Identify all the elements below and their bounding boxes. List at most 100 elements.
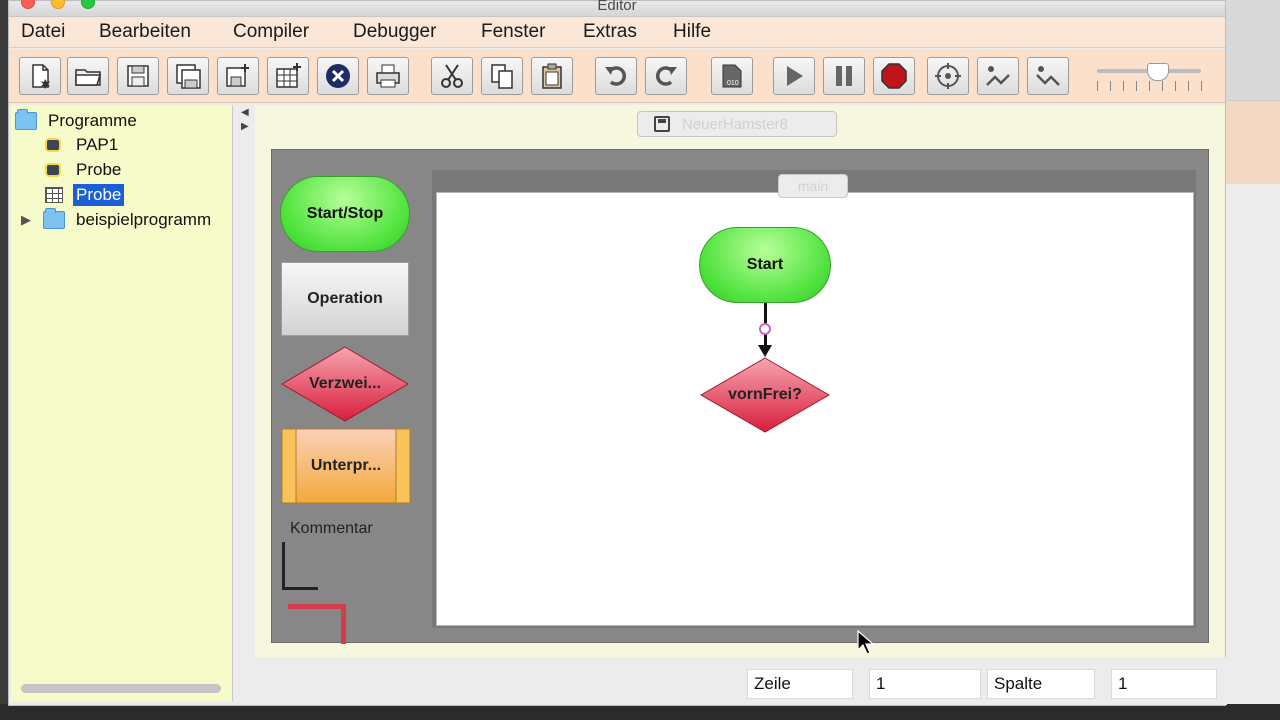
flowchart-frame: Start/Stop Operation Verzwei... Unterpr.… bbox=[271, 149, 1209, 644]
mouse-pointer-icon bbox=[857, 630, 875, 655]
new-file-icon bbox=[32, 64, 50, 89]
menu-bearbeiten[interactable]: Bearbeiten bbox=[99, 21, 191, 43]
tree-horizontal-scrollbar[interactable] bbox=[21, 684, 221, 693]
flow-start-node[interactable]: Start bbox=[699, 227, 831, 303]
step-button[interactable] bbox=[927, 57, 969, 95]
speed-slider-ticks bbox=[1097, 81, 1205, 91]
desktop-background bbox=[1226, 0, 1280, 720]
expand-right-icon[interactable]: ▶ bbox=[241, 121, 249, 132]
column-label: Spalte bbox=[987, 669, 1095, 699]
paste-button[interactable] bbox=[531, 57, 573, 95]
flowchart-canvas[interactable]: Start vornFrei? bbox=[436, 192, 1194, 626]
copy-icon bbox=[491, 64, 513, 89]
undo-icon bbox=[605, 66, 627, 86]
floppy-icon bbox=[654, 116, 670, 132]
title-bar: Editor bbox=[9, 0, 1225, 17]
palette-comment-shape[interactable] bbox=[282, 542, 318, 590]
cut-icon bbox=[441, 64, 463, 88]
editor-area: NeuerHamster8 Start/Stop Operation Verzw… bbox=[255, 105, 1225, 657]
tree-item-beispielprogramm[interactable]: ▶ beispielprogramm bbox=[21, 208, 214, 232]
tree-item-probe-table[interactable]: Probe bbox=[41, 183, 125, 207]
copy-button[interactable] bbox=[481, 57, 523, 95]
pap-icon bbox=[45, 163, 61, 177]
close-file-button[interactable] bbox=[317, 57, 359, 95]
file-tab[interactable]: NeuerHamster8 bbox=[637, 111, 837, 137]
open-button[interactable] bbox=[67, 57, 109, 95]
expand-arrow-icon[interactable]: ▶ bbox=[21, 212, 31, 228]
palette-branch-label: Verzwei... bbox=[308, 375, 382, 392]
split-pane-divider[interactable]: ◀ ▶ bbox=[235, 105, 251, 701]
flow-condition-label: vornFrei? bbox=[728, 386, 802, 403]
print-button[interactable] bbox=[367, 57, 409, 95]
arrowhead-icon bbox=[758, 345, 772, 357]
collapse-left-icon[interactable]: ◀ bbox=[241, 107, 249, 118]
paste-icon bbox=[542, 63, 562, 89]
step-back-icon bbox=[1036, 66, 1060, 86]
window-title: Editor bbox=[597, 0, 637, 14]
stop-button[interactable] bbox=[873, 57, 915, 95]
save-icon bbox=[127, 65, 149, 87]
save-as-icon bbox=[176, 64, 201, 89]
step-over-button[interactable] bbox=[977, 57, 1019, 95]
new-table-button[interactable] bbox=[267, 57, 309, 95]
flow-condition-node[interactable]: vornFrei? bbox=[699, 357, 831, 433]
palette-connector-shape[interactable] bbox=[288, 604, 346, 644]
step-back-button[interactable] bbox=[1027, 57, 1069, 95]
tree-item-probe[interactable]: Probe bbox=[41, 158, 124, 182]
row-label: Zeile bbox=[747, 669, 853, 699]
cut-button[interactable] bbox=[431, 57, 473, 95]
undo-button[interactable] bbox=[595, 57, 637, 95]
palette-operation[interactable]: Operation bbox=[281, 262, 409, 336]
save-all-icon bbox=[226, 64, 249, 87]
column-value: 1 bbox=[1111, 669, 1217, 699]
save-button[interactable] bbox=[117, 57, 159, 95]
svg-text:010: 010 bbox=[727, 80, 739, 87]
connector-handle[interactable] bbox=[759, 323, 771, 335]
tree-item-pap1[interactable]: PAP1 bbox=[41, 133, 121, 157]
folder-icon bbox=[43, 208, 65, 229]
tree-root-label: Programme bbox=[48, 111, 137, 130]
folder-icon bbox=[15, 109, 37, 130]
pause-button[interactable] bbox=[823, 57, 865, 95]
main-tab[interactable]: main bbox=[778, 174, 848, 198]
file-tab-label: NeuerHamster8 bbox=[682, 115, 788, 133]
palette-operation-label: Operation bbox=[307, 290, 383, 307]
menu-extras[interactable]: Extras bbox=[583, 21, 637, 43]
stop-icon bbox=[881, 63, 907, 89]
compile-icon: 010 bbox=[722, 64, 742, 88]
desktop-bottom bbox=[0, 704, 1280, 720]
open-folder-icon bbox=[75, 69, 102, 86]
editor-window: Editor Datei Bearbeiten Compiler Debugge… bbox=[8, 0, 1227, 706]
new-file-button[interactable] bbox=[19, 57, 61, 95]
menu-compiler[interactable]: Compiler bbox=[233, 21, 309, 43]
run-button[interactable] bbox=[773, 57, 815, 95]
tree-item-label: Probe bbox=[76, 160, 122, 179]
program-tree: Programme PAP1 Probe Probe ▶ beispielpro… bbox=[11, 105, 233, 701]
tree-item-label: PAP1 bbox=[76, 135, 119, 154]
compile-button[interactable]: 010 bbox=[711, 57, 753, 95]
menu-fenster[interactable]: Fenster bbox=[481, 21, 545, 43]
toolbar: 010 bbox=[9, 49, 1225, 103]
menu-hilfe[interactable]: Hilfe bbox=[673, 21, 711, 43]
palette-branch[interactable]: Verzwei... bbox=[280, 346, 410, 422]
save-all-button[interactable] bbox=[217, 57, 259, 95]
row-value: 1 bbox=[869, 669, 981, 699]
step-over-icon bbox=[986, 66, 1010, 86]
table-icon bbox=[45, 187, 63, 203]
menu-debugger[interactable]: Debugger bbox=[353, 21, 436, 43]
play-icon bbox=[787, 66, 803, 86]
background-window bbox=[1226, 100, 1280, 184]
tree-item-label: Probe bbox=[73, 184, 125, 206]
palette-start-stop-label: Start/Stop bbox=[306, 205, 384, 222]
tree-item-label: beispielprogramm bbox=[76, 210, 212, 229]
save-as-button[interactable] bbox=[167, 57, 209, 95]
menu-datei[interactable]: Datei bbox=[21, 21, 65, 43]
palette-comment-label[interactable]: Kommentar bbox=[290, 520, 373, 538]
redo-button[interactable] bbox=[645, 57, 687, 95]
speed-slider-thumb[interactable] bbox=[1147, 63, 1169, 81]
close-circle-icon bbox=[326, 64, 350, 88]
palette-subprogram[interactable]: Unterpr... bbox=[281, 428, 411, 504]
palette-start-stop[interactable]: Start/Stop bbox=[280, 176, 410, 252]
redo-icon bbox=[655, 66, 677, 86]
tree-root-programme[interactable]: Programme bbox=[15, 109, 140, 133]
